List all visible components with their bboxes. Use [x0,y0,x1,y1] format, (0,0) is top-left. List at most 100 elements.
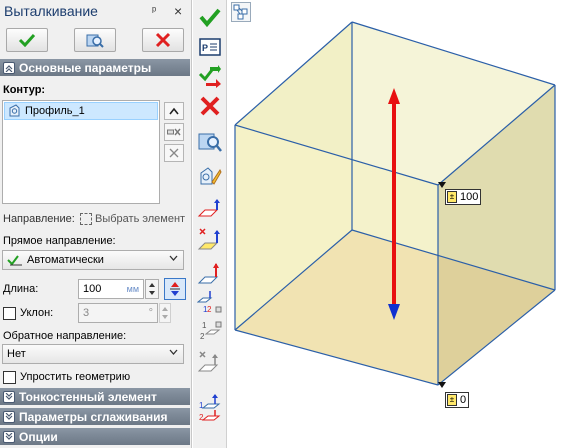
section-thin-wall[interactable]: Тонкостенный элемент [0,388,190,405]
cancel-tool-button[interactable] [196,92,224,120]
collapse-chevron-icon [3,61,15,74]
forward-direction-label: Прямое направление: [3,235,116,247]
reverse-length-button[interactable] [164,278,186,300]
draft-unit: ° [148,307,153,319]
section-options[interactable]: Опции [0,428,190,445]
preview-magnifier-icon [86,34,104,48]
move-up-button[interactable] [164,102,184,120]
direction-reverse-icon [197,228,220,250]
section-title: Основные параметры [19,60,152,75]
preview-tool-button[interactable] [196,128,224,156]
length-label: Длина: [3,283,39,295]
extrude-up-icon [197,263,219,284]
model-viewport[interactable]: ± 100 ± 0 [228,0,578,448]
draft-spinner[interactable] [159,303,171,323]
reverse-dimension-value: 0 [460,394,467,406]
spinner-arrows-icon [162,307,168,319]
preview-button[interactable] [74,28,116,52]
forward-direction-select[interactable]: Автоматически [2,250,184,270]
cross-icon [169,148,179,158]
dim-anchor-bottom [438,382,446,388]
checkmark-icon [18,33,36,47]
auto-direction-icon [7,255,22,266]
reverse-direction-label: Обратное направление: [3,330,127,342]
cut-tool[interactable] [196,348,224,376]
length-unit: мм [126,284,139,294]
section-title: Тонкостенный элемент [19,389,157,404]
panel-title-bar: Выталкивание ᵖ × [0,0,192,26]
reverse-dimension-label[interactable]: ± 0 [445,392,470,408]
direction-placeholder: Выбрать элемент [95,213,186,225]
reverse-direction-value: Нет [7,348,26,360]
contour-label: Контур: [3,84,46,96]
dimension-icon: ± [447,191,457,203]
two-directions-icon: 1 2 [199,394,221,422]
chevron-up-icon [169,107,179,115]
draft-input[interactable]: 3 ° [78,303,158,323]
cross-icon [200,96,220,116]
draft-checkbox[interactable] [3,307,16,320]
simplify-checkbox[interactable] [3,371,16,384]
svg-text:P: P [202,43,208,53]
forward-direction-tool[interactable] [196,196,224,224]
draft-label: Уклон: [20,307,54,319]
extrude-up-tool[interactable] [196,260,224,288]
checkmark-icon [199,8,221,28]
chevron-down-icon [169,349,178,355]
contour-list[interactable]: Профиль_1 [2,100,160,204]
svg-text:1: 1 [199,401,204,410]
length-dimension-label[interactable]: ± 100 [445,189,482,205]
direction-label: Направление: [3,213,75,225]
svg-text:1: 1 [202,321,207,330]
expand-chevron-icon [3,390,15,403]
apply-button[interactable] [6,28,48,52]
section-smoothing[interactable]: Параметры сглаживания [0,408,190,425]
action-buttons [0,28,192,54]
vertical-toolbar: P 1 2 1 2 1 2 [193,0,227,448]
svg-text:2: 2 [199,413,204,422]
reverse-direction-tool[interactable] [196,226,224,254]
section-title: Параметры сглаживания [19,409,168,424]
section-title: Опции [19,429,58,444]
two-sided-tool[interactable]: 1 2 [196,290,224,318]
cancel-button[interactable] [142,28,184,52]
simplify-label: Упростить геометрию [20,371,131,383]
expand-chevron-icon [3,430,15,443]
length-dimension-value: 100 [460,191,479,203]
apply-continue-icon [198,65,221,88]
length-value: 100 [83,283,102,295]
panel-title: Выталкивание [4,3,98,19]
remove-item-button[interactable] [164,123,184,141]
expand-chevron-icon [3,410,15,423]
direction-selector[interactable]: Выбрать элемент [80,209,188,229]
list-item[interactable]: Профиль_1 [4,102,158,120]
length-input[interactable]: 100 мм [78,279,144,299]
close-panel-icon[interactable]: × [174,3,182,19]
two-directions-tool[interactable]: 1 2 [196,394,224,422]
svg-text:2: 2 [207,305,212,314]
spinner-arrows-icon [149,283,155,295]
symmetric-extrude-icon: 1 2 [200,321,222,341]
apply-tool-button[interactable] [196,3,224,31]
section-main-params[interactable]: Основные параметры [0,59,190,76]
preview-magnifier-icon [198,133,222,152]
forward-direction-value: Автоматически [27,254,104,266]
two-sided-extrude-icon: 1 2 [197,291,222,314]
dimension-icon: ± [447,394,457,406]
extrusion-preview [234,21,556,388]
direction-forward-icon [197,199,220,217]
cut-extrude-icon [197,351,219,372]
reverse-direction-icon [170,282,180,296]
properties-panel: Выталкивание ᵖ × Основные параметры Конт… [0,0,192,448]
list-item-label: Профиль_1 [25,105,85,117]
chevron-down-icon [169,255,178,261]
pin-icon[interactable]: ᵖ [152,5,156,17]
reverse-direction-select[interactable]: Нет [2,344,184,364]
properties-toggle-button[interactable]: P [196,33,224,61]
symmetric-tool[interactable]: 1 2 [196,318,224,346]
clear-list-button[interactable] [164,144,184,162]
edit-sketch-button[interactable] [196,162,224,190]
svg-text:2: 2 [200,332,205,341]
apply-and-continue-button[interactable] [196,62,224,90]
length-spinner[interactable] [145,279,159,299]
